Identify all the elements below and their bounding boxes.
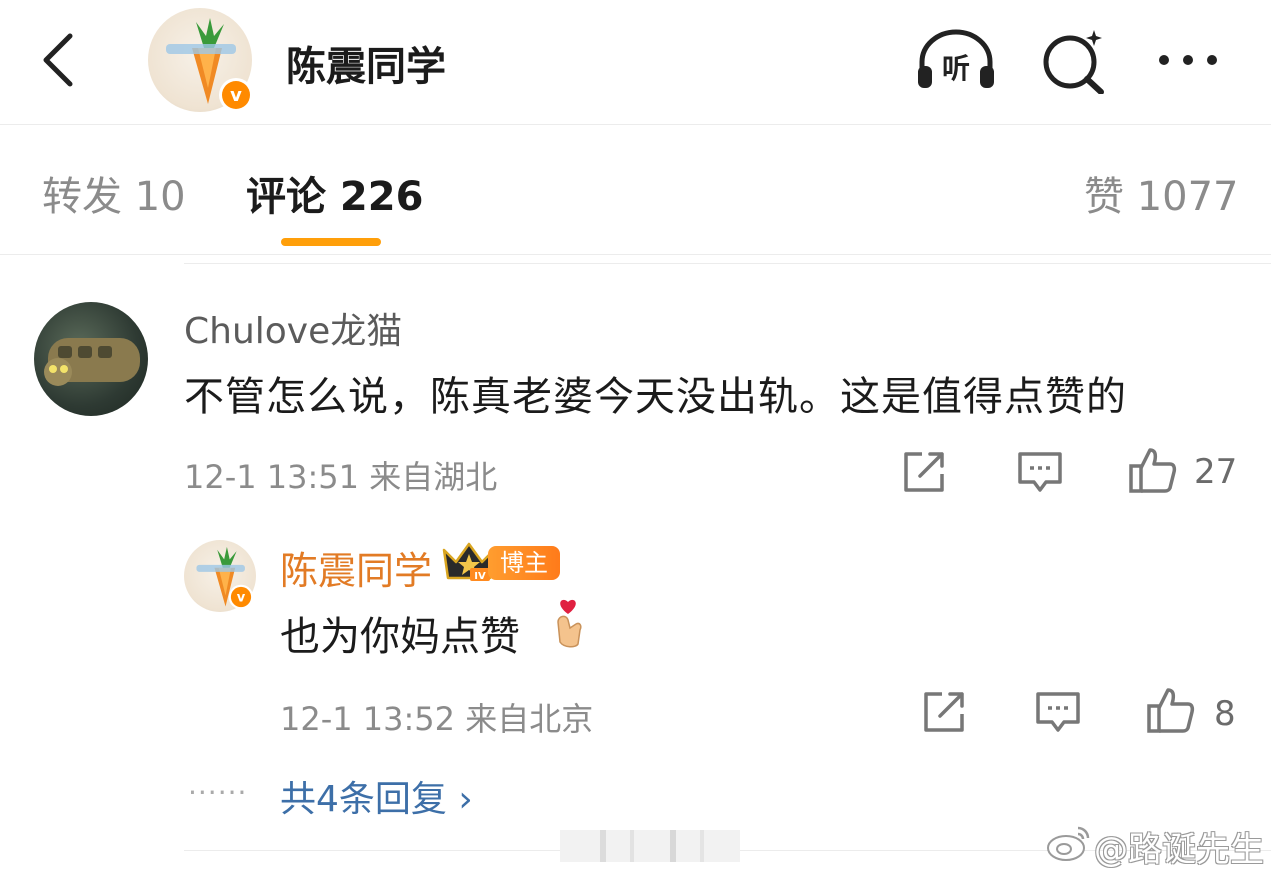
thumbs-up-icon	[1147, 688, 1195, 733]
reply-username[interactable]: 陈震同学	[280, 540, 432, 595]
watermark-text: @路诞先生	[1094, 830, 1264, 870]
reply-button[interactable]	[1034, 690, 1082, 734]
thread-dots: ······	[188, 776, 248, 809]
svg-text:v: v	[230, 85, 242, 106]
listen-button[interactable]: 听	[914, 28, 998, 92]
avatar[interactable]	[34, 302, 148, 416]
back-icon	[43, 33, 73, 87]
catbus-avatar-image	[44, 338, 140, 386]
listen-icon: 听	[918, 29, 994, 88]
tab-bar	[0, 124, 1271, 255]
svg-text:v: v	[237, 590, 246, 605]
active-tab-indicator	[281, 238, 381, 246]
verified-badge-icon: v	[228, 584, 254, 610]
search-button[interactable]	[1038, 26, 1108, 95]
like-button[interactable]	[1146, 686, 1196, 734]
like-button[interactable]	[1128, 446, 1178, 494]
verified-badge-icon: v	[218, 77, 254, 113]
svg-text:IV: IV	[474, 571, 486, 582]
svg-text:听: 听	[942, 52, 970, 85]
watermark-bars	[560, 826, 740, 866]
comment-username[interactable]: Chulove龙猫	[184, 302, 402, 354]
tab-repost[interactable]: 转发 10	[42, 164, 186, 222]
like-count: 8	[1214, 694, 1236, 734]
comment-meta: 12-1 13:51 来自湖北	[184, 458, 498, 496]
thumbs-up-icon	[1129, 448, 1177, 493]
comment-text: 不管怎么说，陈真老婆今天没出轨。这是值得点赞的	[184, 374, 1127, 420]
finger-heart-emoji-icon	[548, 598, 588, 650]
reply-meta: 12-1 13:52 来自北京	[280, 700, 594, 738]
page-title[interactable]: 陈震同学	[286, 34, 446, 92]
back-button[interactable]	[30, 30, 90, 90]
reply-text: 也为你妈点赞	[280, 614, 520, 660]
weibo-logo-icon	[1044, 822, 1094, 862]
share-button[interactable]	[920, 690, 968, 734]
share-icon	[904, 452, 944, 492]
view-more-replies-link[interactable]: 共4条回复 ›	[280, 770, 473, 822]
tab-like[interactable]: 赞 1077	[1084, 164, 1239, 222]
divider	[184, 263, 1271, 264]
share-icon	[924, 692, 964, 732]
tab-comment[interactable]: 评论 226	[246, 164, 423, 222]
like-count: 27	[1194, 452, 1238, 492]
comment-icon	[1018, 452, 1062, 492]
author-badge: 博主	[488, 546, 560, 580]
more-button[interactable]	[1150, 40, 1226, 80]
search-icon	[1043, 30, 1104, 95]
share-button[interactable]	[900, 450, 948, 494]
reply-button[interactable]	[1016, 450, 1064, 494]
more-icon	[1159, 55, 1217, 65]
comment-icon	[1036, 692, 1080, 732]
